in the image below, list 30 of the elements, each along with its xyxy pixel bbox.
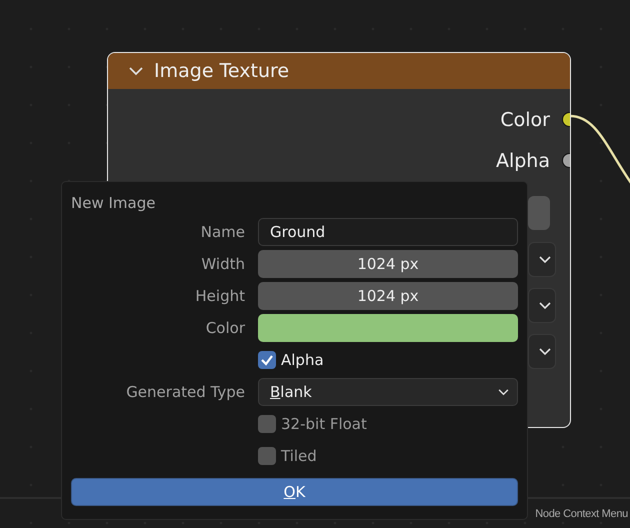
number-field[interactable]: 1024 px	[258, 250, 518, 278]
chevron-icon	[539, 348, 551, 356]
color-swatch[interactable]	[258, 314, 518, 342]
field-label: Color	[206, 319, 245, 337]
dropdown[interactable]: Blank	[258, 378, 518, 406]
checkbox-label: Tiled	[281, 447, 317, 465]
socket-label: Color	[500, 108, 550, 130]
field-label: Width	[201, 255, 245, 273]
field-label: Generated Type	[126, 383, 245, 401]
socket-label: Alpha	[496, 150, 550, 172]
checkbox-label: 32-bit Float	[281, 415, 367, 433]
ok-button[interactable]: OK	[71, 478, 518, 506]
number-field[interactable]: 1024 px	[258, 282, 518, 310]
field-label: Height	[195, 287, 245, 305]
node-button[interactable]	[528, 196, 550, 230]
chevron-icon	[539, 256, 551, 264]
status-hint: Node Context Menu	[535, 508, 628, 520]
field-label: Name	[200, 223, 245, 241]
checkbox[interactable]	[258, 415, 276, 433]
dialog-title: New Image	[71, 194, 156, 212]
node-title: Image Texture	[154, 60, 290, 82]
checkbox[interactable]	[258, 447, 276, 465]
node-dropdown[interactable]	[528, 334, 556, 369]
node-dropdown[interactable]	[528, 242, 556, 277]
checkbox-label: Alpha	[281, 351, 324, 369]
checkbox[interactable]	[258, 351, 276, 369]
chevron-icon	[539, 302, 551, 310]
node-dropdown[interactable]	[528, 288, 556, 323]
chevron-icon	[498, 388, 509, 396]
name-field[interactable]: Ground	[258, 218, 518, 246]
